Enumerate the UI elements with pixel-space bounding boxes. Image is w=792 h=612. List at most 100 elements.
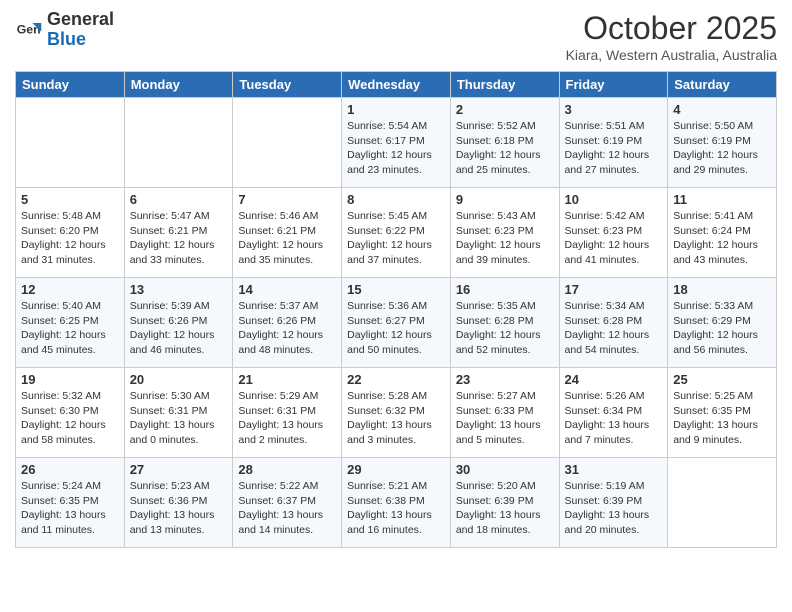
day-number: 30 xyxy=(456,462,554,477)
day-number: 15 xyxy=(347,282,445,297)
day-number: 2 xyxy=(456,102,554,117)
calendar-cell: 29 Sunrise: 5:21 AM Sunset: 6:38 PM Dayli… xyxy=(342,458,451,548)
day-info: Sunrise: 5:20 AM Sunset: 6:39 PM Dayligh… xyxy=(456,479,554,538)
day-number: 26 xyxy=(21,462,119,477)
calendar-cell: 24Sunrise: 5:26 AM Sunset: 6:34 PM Dayli… xyxy=(559,368,668,458)
day-number: 5 xyxy=(21,192,119,207)
calendar-cell: 17 Sunrise: 5:34 AM Sunset: 6:28 PM Dayli… xyxy=(559,278,668,368)
day-info: Sunrise: 5:46 AM Sunset: 6:21 PM Dayligh… xyxy=(238,209,336,268)
calendar-cell: 1 Sunrise: 5:54 AM Sunset: 6:17 PM Daylig… xyxy=(342,98,451,188)
calendar-cell: 13 Sunrise: 5:39 AM Sunset: 6:26 PM Dayli… xyxy=(124,278,233,368)
calendar-week-row: 1 Sunrise: 5:54 AM Sunset: 6:17 PM Daylig… xyxy=(16,98,777,188)
logo-general-text: General xyxy=(47,9,114,29)
day-number: 9 xyxy=(456,192,554,207)
day-number: 10 xyxy=(565,192,663,207)
calendar-cell xyxy=(668,458,777,548)
day-number: 19 xyxy=(21,372,119,387)
day-info: Sunrise: 5:40 AM Sunset: 6:25 PM Dayligh… xyxy=(21,299,119,358)
day-info: Sunrise: 5:24 AM Sunset: 6:35 PM Dayligh… xyxy=(21,479,119,538)
day-info: Sunrise: 5:52 AM Sunset: 6:18 PM Dayligh… xyxy=(456,119,554,178)
calendar-cell: 22 Sunrise: 5:28 AM Sunset: 6:32 PM Dayli… xyxy=(342,368,451,458)
day-number: 20 xyxy=(130,372,228,387)
calendar-week-row: 26 Sunrise: 5:24 AM Sunset: 6:35 PM Dayli… xyxy=(16,458,777,548)
calendar-cell: 14 Sunrise: 5:37 AM Sunset: 6:26 PM Dayli… xyxy=(233,278,342,368)
calendar-cell: 12 Sunrise: 5:40 AM Sunset: 6:25 PM Dayli… xyxy=(16,278,125,368)
calendar-cell: 20Sunrise: 5:30 AM Sunset: 6:31 PM Dayli… xyxy=(124,368,233,458)
day-number: 7 xyxy=(238,192,336,207)
logo-icon: Gen xyxy=(15,16,43,44)
calendar-week-row: 5Sunrise: 5:48 AM Sunset: 6:20 PM Daylig… xyxy=(16,188,777,278)
day-number: 17 xyxy=(565,282,663,297)
day-number: 18 xyxy=(673,282,771,297)
weekday-header-monday: Monday xyxy=(124,72,233,98)
day-info: Sunrise: 5:35 AM Sunset: 6:28 PM Dayligh… xyxy=(456,299,554,358)
weekday-header-sunday: Sunday xyxy=(16,72,125,98)
weekday-header-row: SundayMondayTuesdayWednesdayThursdayFrid… xyxy=(16,72,777,98)
day-number: 14 xyxy=(238,282,336,297)
day-info: Sunrise: 5:51 AM Sunset: 6:19 PM Dayligh… xyxy=(565,119,663,178)
day-info: Sunrise: 5:41 AM Sunset: 6:24 PM Dayligh… xyxy=(673,209,771,268)
calendar-cell: 4Sunrise: 5:50 AM Sunset: 6:19 PM Daylig… xyxy=(668,98,777,188)
calendar-cell: 21 Sunrise: 5:29 AM Sunset: 6:31 PM Dayli… xyxy=(233,368,342,458)
weekday-header-friday: Friday xyxy=(559,72,668,98)
logo-blue-text: Blue xyxy=(47,29,86,49)
calendar-cell: 28Sunrise: 5:22 AM Sunset: 6:37 PM Dayli… xyxy=(233,458,342,548)
calendar-cell: 10Sunrise: 5:42 AM Sunset: 6:23 PM Dayli… xyxy=(559,188,668,278)
day-number: 23 xyxy=(456,372,554,387)
day-number: 3 xyxy=(565,102,663,117)
day-number: 31 xyxy=(565,462,663,477)
day-info: Sunrise: 5:50 AM Sunset: 6:19 PM Dayligh… xyxy=(673,119,771,178)
day-number: 29 xyxy=(347,462,445,477)
calendar-cell: 31Sunrise: 5:19 AM Sunset: 6:39 PM Dayli… xyxy=(559,458,668,548)
day-info: Sunrise: 5:34 AM Sunset: 6:28 PM Dayligh… xyxy=(565,299,663,358)
day-info: Sunrise: 5:54 AM Sunset: 6:17 PM Dayligh… xyxy=(347,119,445,178)
day-number: 12 xyxy=(21,282,119,297)
calendar-cell: 19 Sunrise: 5:32 AM Sunset: 6:30 PM Dayli… xyxy=(16,368,125,458)
calendar-cell: 2 Sunrise: 5:52 AM Sunset: 6:18 PM Daylig… xyxy=(450,98,559,188)
day-info: Sunrise: 5:27 AM Sunset: 6:33 PM Dayligh… xyxy=(456,389,554,448)
month-year-title: October 2025 xyxy=(566,10,777,47)
day-info: Sunrise: 5:22 AM Sunset: 6:37 PM Dayligh… xyxy=(238,479,336,538)
weekday-header-wednesday: Wednesday xyxy=(342,72,451,98)
day-info: Sunrise: 5:28 AM Sunset: 6:32 PM Dayligh… xyxy=(347,389,445,448)
calendar-cell: 11 Sunrise: 5:41 AM Sunset: 6:24 PM Dayli… xyxy=(668,188,777,278)
day-info: Sunrise: 5:43 AM Sunset: 6:23 PM Dayligh… xyxy=(456,209,554,268)
day-info: Sunrise: 5:37 AM Sunset: 6:26 PM Dayligh… xyxy=(238,299,336,358)
calendar-cell: 3 Sunrise: 5:51 AM Sunset: 6:19 PM Daylig… xyxy=(559,98,668,188)
page-header: Gen General Blue October 2025 Kiara, Wes… xyxy=(15,10,777,63)
day-number: 21 xyxy=(238,372,336,387)
logo: Gen General Blue xyxy=(15,10,114,50)
day-number: 6 xyxy=(130,192,228,207)
calendar-cell: 25Sunrise: 5:25 AM Sunset: 6:35 PM Dayli… xyxy=(668,368,777,458)
day-info: Sunrise: 5:21 AM Sunset: 6:38 PM Dayligh… xyxy=(347,479,445,538)
day-number: 24 xyxy=(565,372,663,387)
day-info: Sunrise: 5:23 AM Sunset: 6:36 PM Dayligh… xyxy=(130,479,228,538)
calendar-cell: 5Sunrise: 5:48 AM Sunset: 6:20 PM Daylig… xyxy=(16,188,125,278)
day-info: Sunrise: 5:47 AM Sunset: 6:21 PM Dayligh… xyxy=(130,209,228,268)
calendar-cell xyxy=(233,98,342,188)
day-info: Sunrise: 5:32 AM Sunset: 6:30 PM Dayligh… xyxy=(21,389,119,448)
day-number: 22 xyxy=(347,372,445,387)
day-info: Sunrise: 5:45 AM Sunset: 6:22 PM Dayligh… xyxy=(347,209,445,268)
calendar-cell: 18 Sunrise: 5:33 AM Sunset: 6:29 PM Dayli… xyxy=(668,278,777,368)
calendar-cell: 7 Sunrise: 5:46 AM Sunset: 6:21 PM Daylig… xyxy=(233,188,342,278)
day-number: 1 xyxy=(347,102,445,117)
day-number: 11 xyxy=(673,192,771,207)
day-info: Sunrise: 5:39 AM Sunset: 6:26 PM Dayligh… xyxy=(130,299,228,358)
day-number: 27 xyxy=(130,462,228,477)
calendar-cell: 27 Sunrise: 5:23 AM Sunset: 6:36 PM Dayli… xyxy=(124,458,233,548)
calendar-table: SundayMondayTuesdayWednesdayThursdayFrid… xyxy=(15,71,777,548)
calendar-cell xyxy=(124,98,233,188)
weekday-header-saturday: Saturday xyxy=(668,72,777,98)
day-number: 25 xyxy=(673,372,771,387)
day-number: 13 xyxy=(130,282,228,297)
calendar-cell xyxy=(16,98,125,188)
calendar-cell: 6 Sunrise: 5:47 AM Sunset: 6:21 PM Daylig… xyxy=(124,188,233,278)
day-info: Sunrise: 5:33 AM Sunset: 6:29 PM Dayligh… xyxy=(673,299,771,358)
calendar-cell: 15 Sunrise: 5:36 AM Sunset: 6:27 PM Dayli… xyxy=(342,278,451,368)
day-number: 16 xyxy=(456,282,554,297)
calendar-cell: 30 Sunrise: 5:20 AM Sunset: 6:39 PM Dayli… xyxy=(450,458,559,548)
title-block: October 2025 Kiara, Western Australia, A… xyxy=(566,10,777,63)
day-info: Sunrise: 5:29 AM Sunset: 6:31 PM Dayligh… xyxy=(238,389,336,448)
day-info: Sunrise: 5:36 AM Sunset: 6:27 PM Dayligh… xyxy=(347,299,445,358)
